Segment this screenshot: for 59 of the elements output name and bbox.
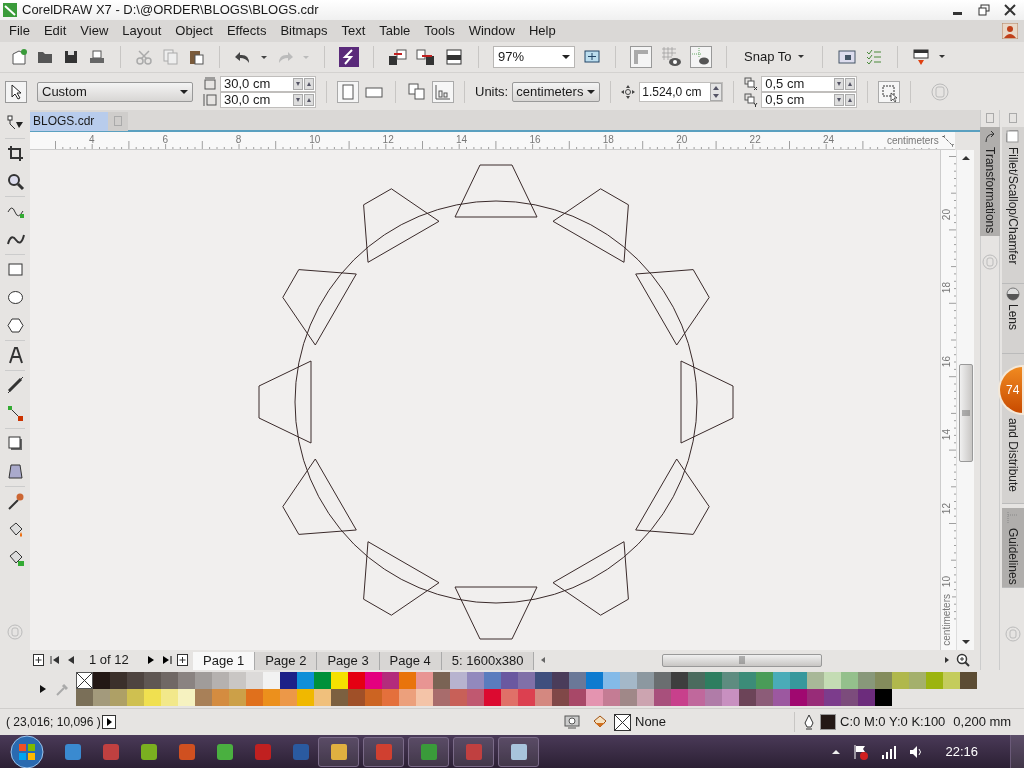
document-tab[interactable]: BLOGS.cdr xyxy=(30,111,108,131)
ruler-label: 18 xyxy=(942,282,952,294)
menu-item[interactable]: Window xyxy=(461,21,522,41)
units-dropdown[interactable]: centimeters xyxy=(512,81,601,102)
notification-badge: 74 xyxy=(998,365,1024,415)
snap-to-dropdown[interactable]: Snap To xyxy=(741,47,809,67)
menu-item[interactable]: View xyxy=(73,21,116,41)
ruler-label: 6 xyxy=(162,133,168,147)
fill-status: None xyxy=(635,713,667,732)
ruler-label: 20 xyxy=(942,209,952,221)
docker-tab-label: Fillet/Scallop/Chamfer xyxy=(1005,147,1021,265)
ruler-label: 8 xyxy=(235,133,242,147)
menu-item[interactable]: Effects xyxy=(219,21,274,41)
menu-item[interactable]: Layout xyxy=(115,21,169,41)
docker-tab-label: Guidelines xyxy=(1005,528,1021,585)
ruler-label: 10 xyxy=(942,576,952,588)
ruler-label: 4 xyxy=(89,133,95,147)
menu-item[interactable]: Bitmaps xyxy=(273,21,335,41)
width-field[interactable]: 30,0 cm xyxy=(220,75,316,92)
ruler-label: 16 xyxy=(529,133,541,147)
ruler-label: 18 xyxy=(602,133,614,147)
docker-tab[interactable]: Transformations xyxy=(980,127,1000,237)
menu-item[interactable]: Object xyxy=(168,21,220,41)
page-size-dropdown[interactable]: Custom xyxy=(37,81,193,102)
menu-item[interactable]: Table xyxy=(372,21,418,41)
clock: 22:16 xyxy=(945,742,978,761)
ruler-unit-label: centimeters xyxy=(942,594,952,646)
cursor-coordinates: ( 23,016; 10,096 ) xyxy=(6,714,102,731)
ruler-label: 20 xyxy=(676,133,688,147)
ruler-label: 24 xyxy=(823,133,835,147)
page-tab[interactable]: Page 2 xyxy=(255,652,318,670)
docker-tab-label: and Distribute xyxy=(1005,418,1021,493)
menu-item[interactable]: Help xyxy=(521,21,563,41)
nudge-field[interactable]: 1.524,0 cm xyxy=(639,81,724,102)
menu-item[interactable]: Tools xyxy=(417,21,462,41)
page-tab[interactable]: 5: 1600x380 xyxy=(441,652,535,670)
ruler-label: 10 xyxy=(309,133,321,147)
ruler-label: 14 xyxy=(942,429,952,441)
units-label: Units: xyxy=(475,82,509,101)
ruler-unit-label: centimeters xyxy=(887,133,939,148)
menu-item[interactable]: File xyxy=(2,21,37,41)
page-tab[interactable]: Page 4 xyxy=(379,652,442,670)
docker-tab-label: Transformations xyxy=(982,147,998,234)
zoom-dropdown[interactable]: 97% xyxy=(493,46,575,68)
duplicate-x-field[interactable]: 0,5 cm xyxy=(761,75,858,92)
ruler-label: 12 xyxy=(942,502,952,514)
outline-color-status: C:0 M:0 Y:0 K:100 xyxy=(840,713,946,732)
menu-item[interactable]: Text xyxy=(334,21,373,41)
page-tab[interactable]: Page 1 xyxy=(193,652,256,670)
menu-item[interactable]: Edit xyxy=(36,21,74,41)
ruler-label: 16 xyxy=(942,355,952,367)
window-title: CorelDRAW X7 - D:\@ORDER\BLOGS\BLOGS.cdr xyxy=(22,1,319,20)
ruler-label: 12 xyxy=(382,133,394,147)
outline-width-status: 0,200 mm xyxy=(953,713,1012,732)
ruler-label: 14 xyxy=(456,133,468,147)
ruler-label: 22 xyxy=(749,133,761,147)
page-counter: 1 of 12 xyxy=(88,651,130,670)
page-tab[interactable]: Page 3 xyxy=(317,652,380,670)
docker-tab-label: Lens xyxy=(1005,304,1021,331)
